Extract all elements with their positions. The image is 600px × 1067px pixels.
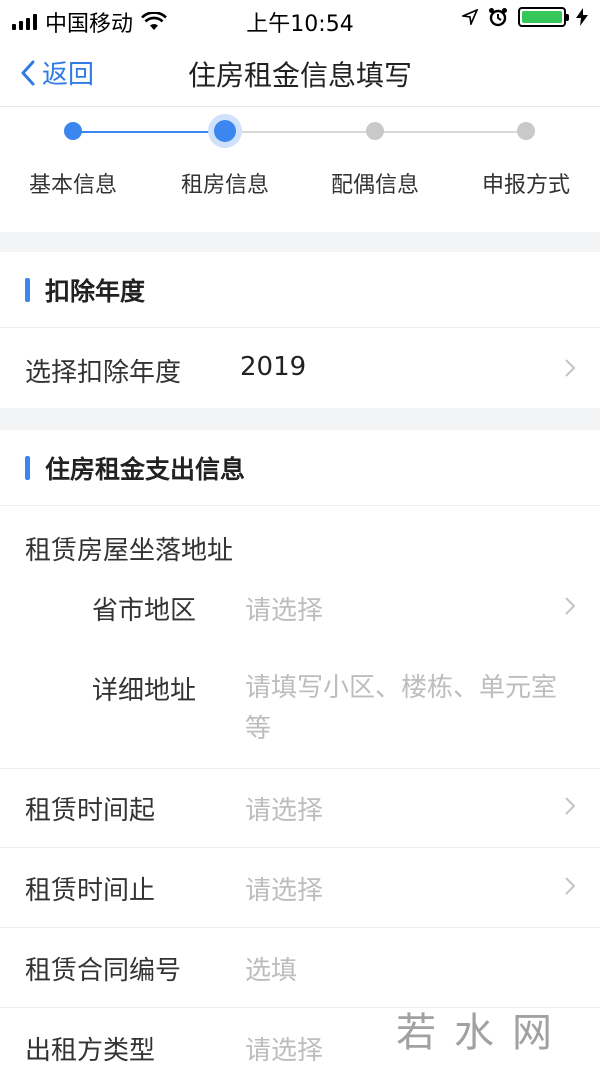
step-dot-rental-info xyxy=(214,120,236,142)
battery-icon xyxy=(518,7,569,27)
lease-end-label: 租赁时间止 xyxy=(25,876,156,906)
province-select: 请选择 xyxy=(245,596,324,626)
alarm-icon xyxy=(489,8,507,27)
step-dot-spouse-info xyxy=(366,122,384,140)
lease-start-row[interactable]: 租赁时间起 请选择 xyxy=(0,768,600,848)
step-label-filing-method: 申报方式 xyxy=(481,173,570,198)
section-accent-bar xyxy=(25,278,30,302)
chevron-right-icon xyxy=(565,359,576,377)
province-row[interactable]: 省市地区 请选择 xyxy=(0,576,600,640)
step-connector xyxy=(375,131,526,133)
landlord-type-select: 请选择 xyxy=(245,1036,324,1066)
charging-bolt-icon xyxy=(576,8,588,26)
contract-number-label: 租赁合同编号 xyxy=(25,956,182,986)
deduction-year-row[interactable]: 选择扣除年度 2019 xyxy=(0,328,600,408)
section-title: 扣除年度 xyxy=(45,277,146,306)
deduction-year-value: 2019 xyxy=(240,352,307,382)
section-divider xyxy=(0,408,600,430)
section-header-deduction-year: 扣除年度 xyxy=(0,252,600,328)
address-group-label: 租赁房屋坐落地址 xyxy=(25,536,234,566)
section-divider xyxy=(0,232,600,252)
contract-number-input[interactable]: 选填 xyxy=(245,950,297,987)
step-indicator: 基本信息 租房信息 配偶信息 申报方式 xyxy=(0,107,600,232)
step-dot-basic-info xyxy=(64,122,82,140)
step-connector xyxy=(225,131,375,133)
detail-address-row[interactable]: 详细地址 请填写小区、楼栋、单元室等 xyxy=(0,656,600,756)
deduction-year-label: 选择扣除年度 xyxy=(25,358,182,388)
step-connector xyxy=(73,131,225,133)
lease-end-row[interactable]: 租赁时间止 请选择 xyxy=(0,848,600,928)
lease-end-select: 请选择 xyxy=(245,876,324,906)
location-arrow-icon xyxy=(462,9,478,25)
detail-address-input: 请填写小区、楼栋、单元室等 xyxy=(245,673,558,744)
status-right xyxy=(462,7,588,27)
chevron-right-icon xyxy=(565,597,576,615)
section-title: 住房租金支出信息 xyxy=(45,455,246,484)
watermark-text: 若水网 xyxy=(396,1010,570,1056)
chevron-right-icon xyxy=(565,877,576,895)
section-header-rent-info: 住房租金支出信息 xyxy=(0,430,600,506)
status-bar: 中国移动 上午10:54 xyxy=(0,0,600,40)
step-label-rental-info: 租房信息 xyxy=(180,173,269,198)
step-label-basic-info: 基本信息 xyxy=(28,173,117,198)
nav-bar: 返回 住房租金信息填写 xyxy=(0,40,600,107)
address-group: 租赁房屋坐落地址 省市地区 请选择 详细地址 请填写小区、楼栋、单元室等 xyxy=(0,506,600,769)
section-accent-bar xyxy=(25,456,30,480)
lease-start-label: 租赁时间起 xyxy=(25,796,156,826)
watermark-logo: 若水网 xyxy=(396,1000,586,1060)
contract-number-row[interactable]: 租赁合同编号 选填 xyxy=(0,928,600,1008)
detail-address-label: 详细地址 xyxy=(92,676,197,706)
lease-start-select: 请选择 xyxy=(245,796,324,826)
province-label: 省市地区 xyxy=(92,596,197,626)
landlord-type-label: 出租方类型 xyxy=(25,1036,156,1066)
page-title: 住房租金信息填写 xyxy=(187,59,412,92)
step-dot-filing-method xyxy=(517,122,535,140)
step-label-spouse-info: 配偶信息 xyxy=(330,173,419,198)
chevron-right-icon xyxy=(565,797,576,815)
